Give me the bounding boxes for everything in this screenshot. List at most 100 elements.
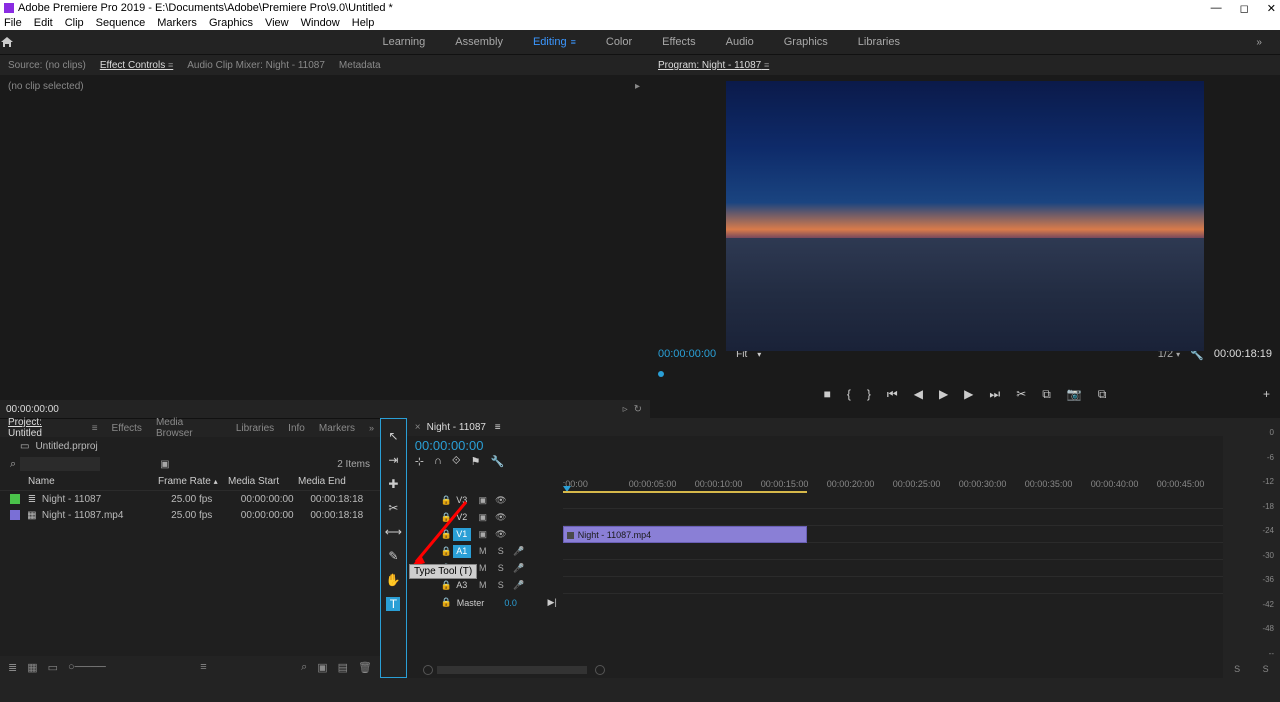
transport-btn-3[interactable]: ⏮	[887, 387, 898, 402]
iconview-icon[interactable]: ▦	[27, 661, 37, 674]
tool-3[interactable]: ✂	[386, 501, 400, 515]
toggle-icon[interactable]: ▣	[477, 529, 489, 540]
transport-btn-11[interactable]: ⧉	[1098, 387, 1107, 402]
track-target[interactable]: V2	[453, 511, 471, 524]
timeline-ruler[interactable]: :00:0000:00:05:0000:00:10:0000:00:15:000…	[563, 476, 1223, 492]
lock-icon[interactable]: 🔒	[441, 580, 453, 591]
out-icon[interactable]: ▶|	[548, 597, 557, 608]
solo-icon[interactable]: S	[495, 580, 507, 591]
eye-icon[interactable]: 👁	[495, 512, 507, 523]
eye-icon[interactable]: 👁	[495, 529, 507, 540]
workspace-learning[interactable]: Learning	[382, 36, 425, 48]
project-tab[interactable]: Effects	[112, 423, 142, 434]
audio-track-head[interactable]: 🔒A3MS🎤	[407, 577, 563, 594]
col-mediastart[interactable]: Media Start	[228, 476, 298, 487]
src-icon-2[interactable]: ↻	[634, 404, 642, 415]
timeline-tc[interactable]: 00:00:00:00	[415, 436, 1223, 453]
workspace-effects[interactable]: Effects	[662, 36, 695, 48]
transport-btn-8[interactable]: ✂	[1016, 387, 1026, 401]
timeline-scrollbar[interactable]	[437, 666, 587, 674]
voiceover-icon[interactable]: 🎤	[513, 563, 525, 574]
footer-search-icon[interactable]: ⌕	[301, 661, 307, 674]
menu-help[interactable]: Help	[352, 17, 375, 29]
video-track-head[interactable]: 🔒V1 ▣ 👁	[407, 526, 563, 543]
lock-icon[interactable]: 🔒	[441, 495, 453, 506]
track-target[interactable]: A3	[453, 579, 471, 592]
workspace-editing[interactable]: Editing≡	[533, 36, 576, 48]
menu-window[interactable]: Window	[301, 17, 340, 29]
toggle-icon[interactable]: ▣	[477, 495, 489, 506]
expand-icon[interactable]: ▸	[635, 81, 640, 92]
lock-icon[interactable]: 🔒	[441, 546, 453, 557]
link-icon[interactable]: ∩	[434, 455, 442, 468]
solo-icon[interactable]: S	[495, 546, 507, 557]
scroll-right[interactable]	[595, 665, 605, 675]
workspace-overflow-icon[interactable]: »	[1256, 37, 1262, 48]
audio-track-head[interactable]: 🔒A1MS🎤	[407, 543, 563, 560]
scroll-left[interactable]	[423, 665, 433, 675]
program-preview[interactable]	[726, 81, 1204, 351]
voiceover-icon[interactable]: 🎤	[513, 546, 525, 557]
mute-icon[interactable]: M	[477, 546, 489, 557]
transport-btn-9[interactable]: ⧉	[1042, 387, 1051, 402]
maximize-button[interactable]: ◻	[1240, 2, 1249, 15]
project-overflow-icon[interactable]: »	[369, 423, 374, 433]
home-button[interactable]	[0, 36, 26, 48]
menu-graphics[interactable]: Graphics	[209, 17, 253, 29]
project-tab[interactable]: Info	[288, 423, 305, 434]
lock-icon[interactable]: 🔒	[441, 529, 453, 540]
menu-clip[interactable]: Clip	[65, 17, 84, 29]
track-target[interactable]: V1	[453, 528, 471, 541]
add-button-icon[interactable]: +	[1263, 387, 1270, 401]
track-target[interactable]: V3	[453, 494, 471, 507]
program-tab[interactable]: Program: Night - 11087 ≡	[658, 60, 769, 71]
bin-row[interactable]: ≣Night - 1108725.00 fps00:00:00:0000:00:…	[0, 491, 380, 507]
master-track-head[interactable]: 🔒Master0.0▶|	[407, 594, 563, 611]
source-tab[interactable]: Metadata	[339, 60, 381, 71]
close-seq-icon[interactable]: ×	[415, 422, 421, 433]
voiceover-icon[interactable]: 🎤	[513, 580, 525, 591]
solo-right[interactable]: S	[1263, 664, 1269, 674]
clip-night[interactable]: Night - 11087.mp4	[563, 526, 807, 543]
tool-7[interactable]: T	[386, 597, 400, 611]
project-tab[interactable]: Media Browser	[156, 417, 222, 439]
project-tab[interactable]: Libraries	[236, 423, 274, 434]
video-track-head[interactable]: 🔒V3▣👁	[407, 492, 563, 509]
source-tab[interactable]: Audio Clip Mixer: Night - 11087	[187, 60, 325, 71]
transport-btn-5[interactable]: ▶	[939, 387, 948, 401]
solo-left[interactable]: S	[1234, 664, 1240, 674]
menu-markers[interactable]: Markers	[157, 17, 197, 29]
transport-btn-2[interactable]: }	[867, 387, 871, 401]
col-mediaend[interactable]: Media End	[298, 476, 368, 487]
source-tab[interactable]: Source: (no clips)	[8, 60, 86, 71]
timeline-track-area[interactable]: Night - 11087.mp4	[563, 492, 1223, 611]
program-ruler[interactable]	[650, 363, 1280, 381]
project-tab[interactable]: Project: Untitled	[8, 417, 78, 439]
close-button[interactable]: ✕	[1267, 2, 1276, 15]
tool-5[interactable]: ✎	[386, 549, 400, 563]
listview-icon[interactable]: ≣	[8, 661, 17, 674]
transport-btn-4[interactable]: ◀	[914, 387, 923, 401]
col-name[interactable]: Name	[28, 476, 158, 487]
search-input[interactable]	[20, 457, 100, 471]
workspace-graphics[interactable]: Graphics	[784, 36, 828, 48]
zoom-slider[interactable]: ○────	[68, 661, 106, 673]
settings-icon[interactable]: ⚑	[471, 455, 481, 468]
tool-4[interactable]: ⟷	[386, 525, 400, 539]
menu-file[interactable]: File	[4, 17, 22, 29]
lock-icon[interactable]: 🔒	[441, 597, 453, 608]
tool-2[interactable]: ✚	[386, 477, 400, 491]
transport-btn-10[interactable]: 📷	[1067, 387, 1082, 401]
newitem-icon[interactable]: ▤	[338, 661, 348, 674]
workspace-audio[interactable]: Audio	[726, 36, 754, 48]
wrench-icon[interactable]: 🔧	[490, 455, 504, 468]
toggle-icon[interactable]: ▣	[477, 512, 489, 523]
menu-sequence[interactable]: Sequence	[96, 17, 146, 29]
newbin-icon[interactable]: ▣	[317, 661, 327, 674]
project-tab[interactable]: Markers	[319, 423, 355, 434]
transport-btn-1[interactable]: {	[847, 387, 851, 401]
trash-icon[interactable]: 🗑	[358, 661, 372, 674]
marker-icon[interactable]: ⟐	[452, 455, 461, 468]
menu-edit[interactable]: Edit	[34, 17, 53, 29]
snap-icon[interactable]: ⊹	[415, 455, 424, 468]
